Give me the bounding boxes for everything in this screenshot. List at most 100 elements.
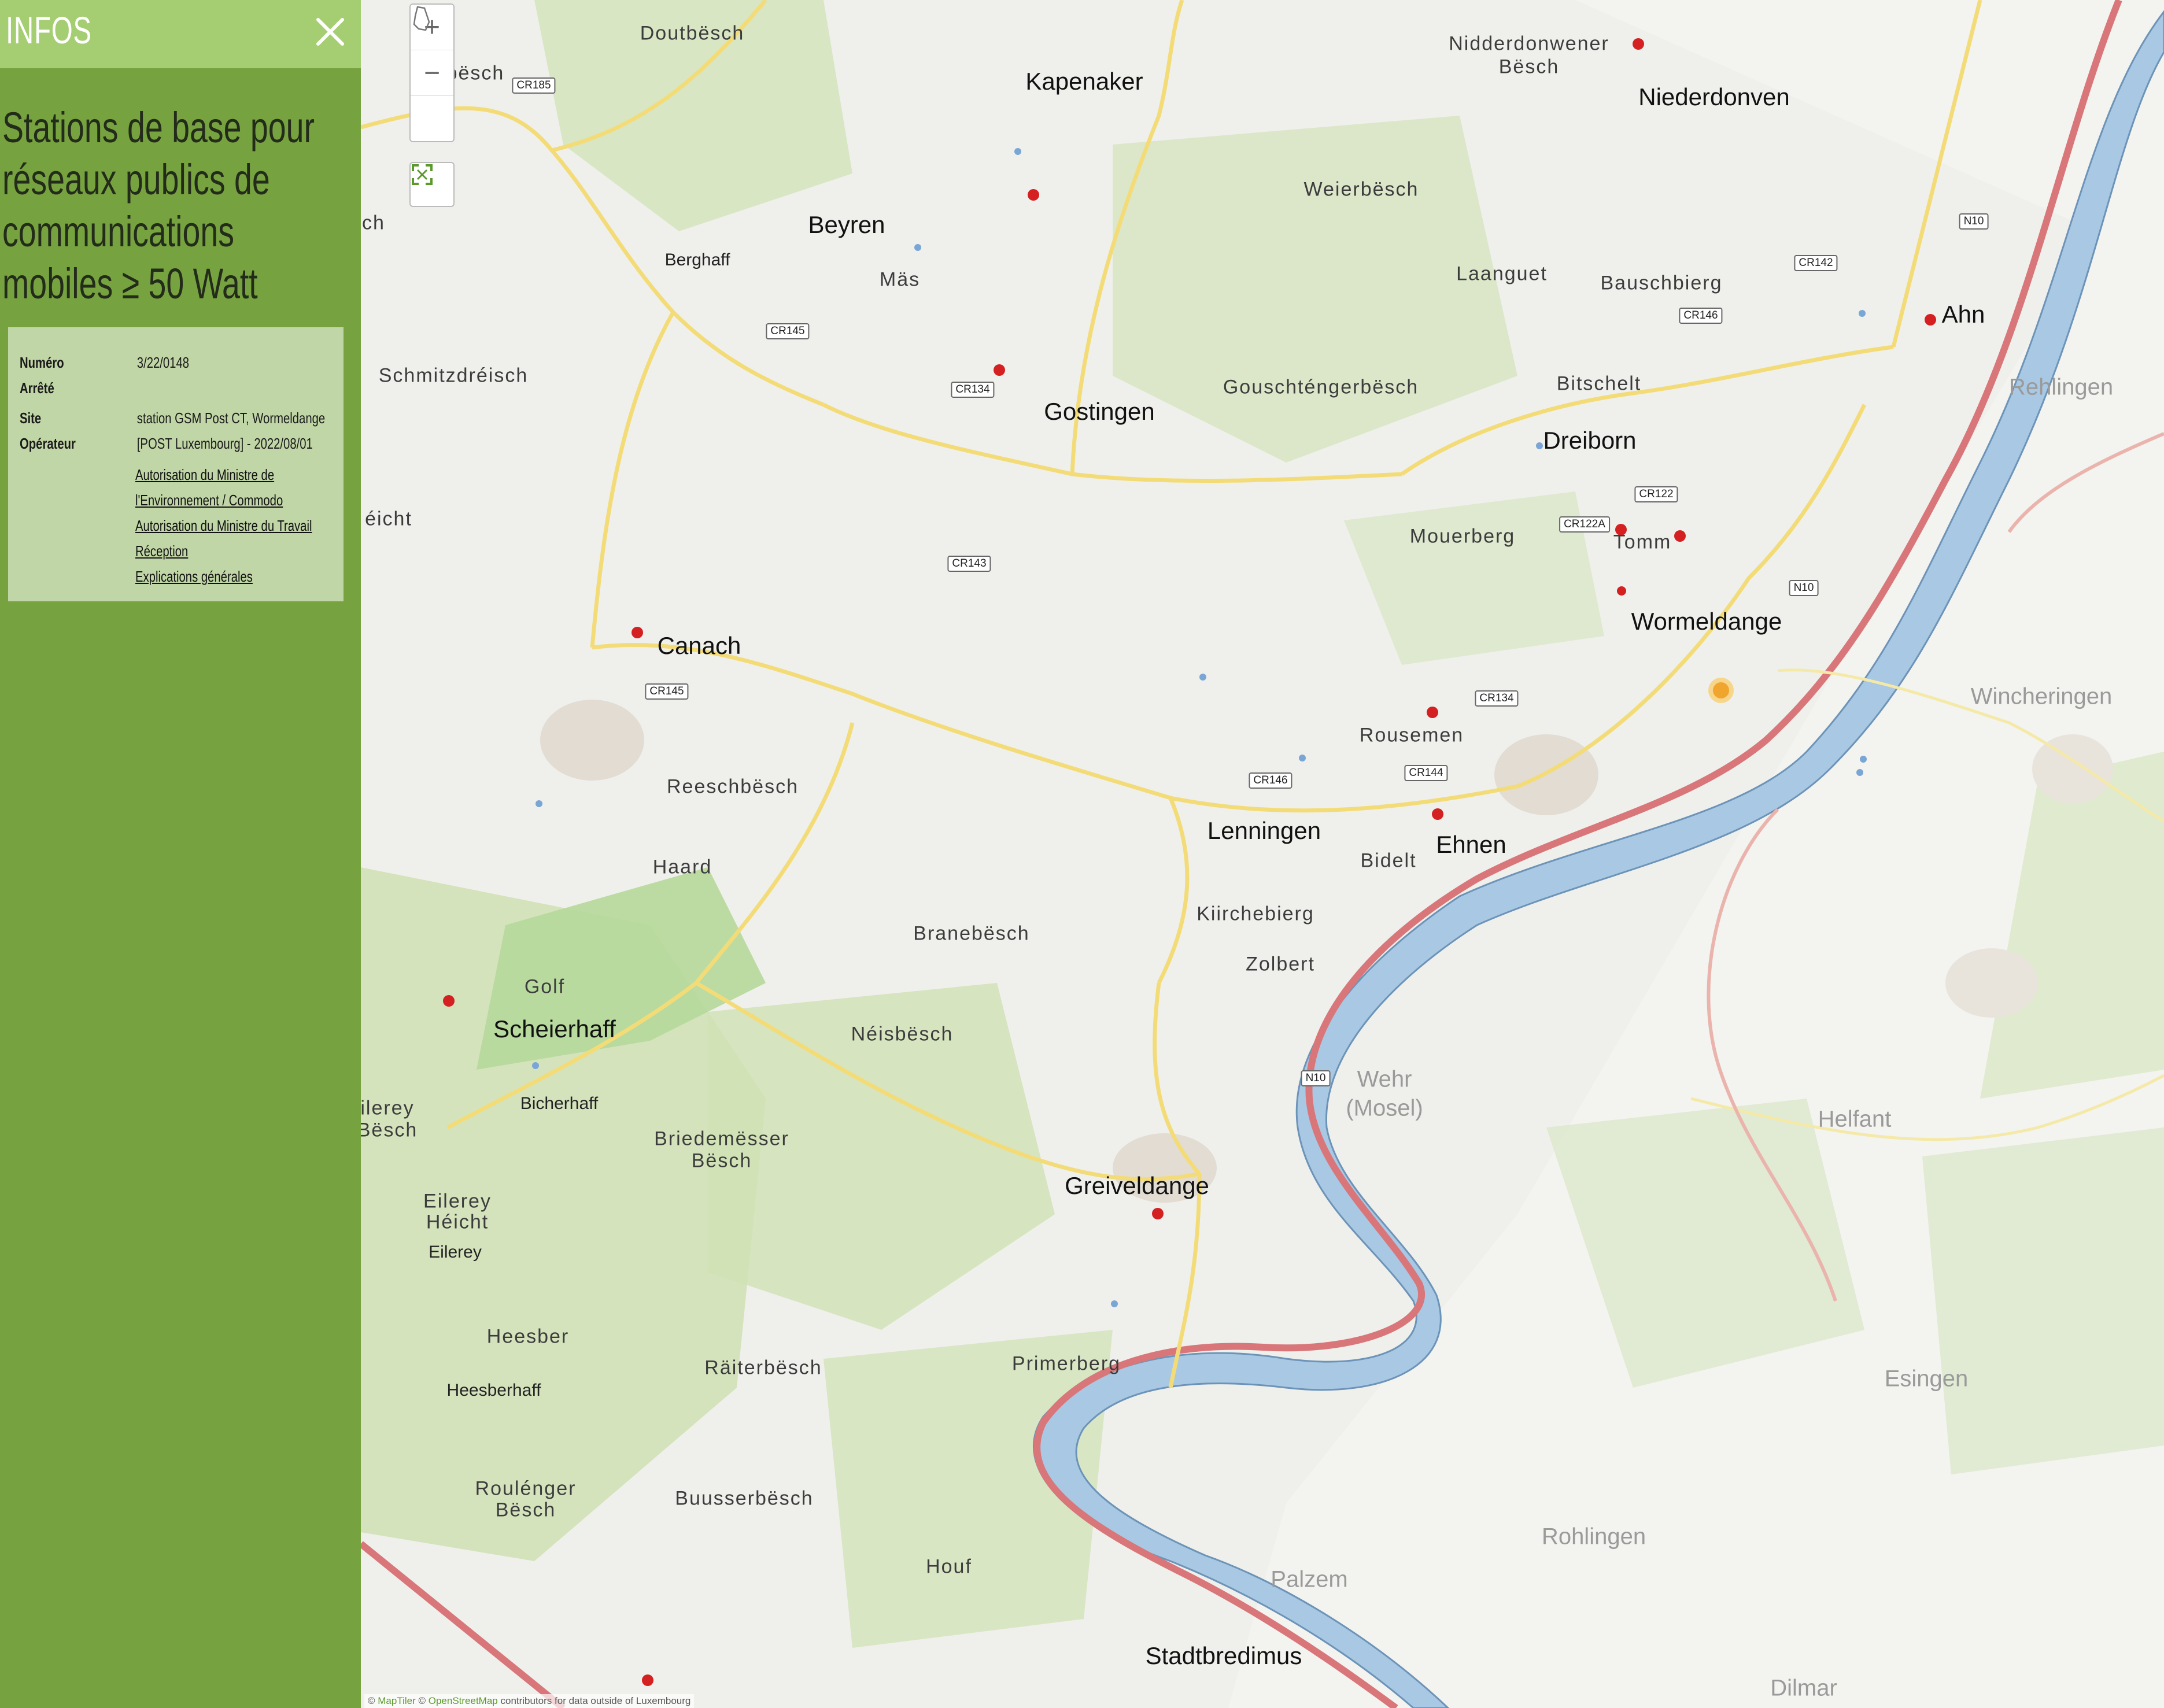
road-shield: CR142: [1794, 255, 1838, 271]
place-label: Haard: [652, 856, 712, 878]
road-shield: CR144: [1404, 765, 1448, 781]
site-row: Site station GSM Post CT, Wormeldange: [20, 409, 325, 427]
zoom-control: + −: [409, 3, 455, 142]
place-label: Rohlingen: [1541, 1524, 1646, 1550]
osm-link[interactable]: OpenStreetMap: [429, 1695, 498, 1706]
place-label: Ahn: [1941, 301, 1985, 328]
arrete-label: Arrêté: [20, 379, 54, 397]
luxembourg-extent-button[interactable]: [411, 6, 453, 141]
place-label: Räiterbësch: [704, 1356, 822, 1379]
info-panel: INFOS Stations de base pour réseaux publ…: [0, 0, 361, 1708]
map-canvas[interactable]: Doutbësch Kapenaker Nidderdonwener Bësch…: [361, 0, 2164, 1708]
place-label: Reeschbësch: [666, 775, 799, 798]
link-autorisation-environnement-cont[interactable]: l'Environnement / Commodo: [135, 491, 283, 509]
place-label: Stadtbredimus: [1145, 1642, 1302, 1669]
road-shield: CR145: [766, 323, 810, 339]
road-shield: CR143: [947, 556, 991, 572]
place-label: Esingen: [1884, 1366, 1969, 1392]
operateur-row: Opérateur [POST Luxembourg] - 2022/08/01: [20, 435, 313, 453]
place-label: Tomm: [1613, 531, 1672, 553]
place-label: Roulénger: [475, 1477, 577, 1500]
link-autorisation-environnement[interactable]: Autorisation du Ministre de: [135, 466, 274, 484]
layer-title-line: Stations de base pour: [2, 103, 315, 151]
place-label: Néisbësch: [851, 1023, 954, 1045]
place-label: Rehlingen: [2008, 374, 2114, 400]
selected-station-marker: [1708, 678, 1734, 703]
place-label: Beyren: [808, 211, 885, 238]
place-label: Eilerey: [429, 1243, 482, 1262]
place-label: Mouerberg: [1409, 525, 1516, 548]
place-label: Heesberhaff: [446, 1381, 541, 1400]
operateur-value: [POST Luxembourg] - 2022/08/01: [136, 435, 313, 452]
place-label: (Mosel): [1346, 1095, 1423, 1121]
road-shield: CR134: [1475, 690, 1519, 707]
place-label: Mäs: [879, 268, 921, 291]
road-shield: CR134: [951, 382, 995, 398]
numero-value: 3/22/0148: [136, 354, 190, 371]
place-label: Wincheringen: [1970, 683, 2113, 709]
link-explications[interactable]: Explications générales: [135, 568, 253, 586]
place-label: éicht: [365, 508, 412, 530]
place-label: Bësch: [495, 1499, 556, 1521]
place-label: ch: [362, 212, 385, 234]
place-label: Nidderdonwener: [1449, 32, 1609, 55]
attribution-text: contributors for data outside of Luxembo…: [500, 1695, 691, 1706]
place-label: Lenningen: [1207, 817, 1321, 844]
road-shield: CR146: [1679, 308, 1723, 324]
close-icon[interactable]: [310, 12, 350, 52]
place-label: Golf: [524, 975, 566, 998]
road-shield: CR146: [1249, 772, 1293, 789]
site-value: station GSM Post CT, Wormeldange: [136, 409, 326, 427]
place-label: Gouschténgerbësch: [1223, 376, 1419, 398]
place-label: Bauschbierg: [1600, 272, 1723, 294]
map-attribution: © MapTiler © OpenStreetMap contributors …: [364, 1694, 695, 1708]
place-label: Greiveldange: [1065, 1172, 1209, 1199]
feature-info-box: Numéro 3/22/0148 Arrêté Site station GSM…: [8, 327, 344, 601]
road-shield: CR185: [512, 77, 556, 94]
place-label: Bicherhaff: [520, 1094, 599, 1113]
info-panel-header: INFOS: [0, 0, 361, 68]
layer-title: Stations de base pour réseaux publics de…: [2, 102, 345, 310]
layer-title-line: réseaux publics de: [2, 156, 270, 204]
place-label: Primerberg: [1011, 1352, 1121, 1375]
place-label: Bitschelt: [1556, 372, 1642, 395]
road-shield: N10: [1959, 213, 1989, 230]
road-shield: CR122: [1634, 486, 1678, 502]
place-label: Helfant: [1818, 1106, 1892, 1132]
zoom-out-button[interactable]: −: [411, 50, 453, 96]
place-label: Niederdonven: [1638, 83, 1790, 110]
link-reception[interactable]: Réception: [135, 542, 188, 560]
place-label: Canach: [657, 632, 741, 659]
arrete-row: Arrêté: [20, 379, 110, 397]
place-label: Doutbësch: [640, 22, 745, 45]
place-label: Eilerey: [423, 1190, 492, 1212]
place-label: Kiirchebierg: [1197, 903, 1314, 925]
fullscreen-button[interactable]: [409, 162, 455, 207]
place-label: Ehnen: [1436, 831, 1506, 858]
luxembourg-outline-icon: [413, 6, 430, 31]
place-label: Héicht: [426, 1211, 489, 1233]
place-label: Kapenaker: [1025, 68, 1143, 95]
place-label: Bidelt: [1360, 849, 1417, 872]
maptiler-link[interactable]: MapTiler: [378, 1695, 416, 1706]
place-label: Bësch: [1498, 56, 1560, 78]
numero-row: Numéro 3/22/0148: [20, 354, 189, 372]
fullscreen-icon: [412, 164, 433, 185]
place-label: Gostingen: [1044, 398, 1155, 425]
place-label: Scheierhaff: [493, 1015, 616, 1042]
site-label: Site: [20, 409, 42, 427]
place-label: Heesber: [486, 1325, 570, 1348]
info-panel-title: INFOS: [6, 9, 92, 51]
link-autorisation-travail[interactable]: Autorisation du Ministre du Travail: [135, 517, 312, 535]
place-label: Zolbert: [1246, 953, 1315, 975]
place-label: Berghaff: [664, 250, 730, 269]
place-label: Bësch: [691, 1149, 752, 1172]
road-shield: CR145: [645, 683, 689, 700]
numero-label: Numéro: [20, 354, 64, 371]
place-label: Briedemësser: [654, 1127, 789, 1150]
road-shield: N10: [1301, 1070, 1331, 1086]
map-base-layer: [361, 0, 2164, 1708]
place-label: Branebësch: [913, 922, 1030, 945]
place-label: Palzem: [1271, 1566, 1348, 1592]
place-label: Schmitzdréisch: [378, 364, 529, 387]
